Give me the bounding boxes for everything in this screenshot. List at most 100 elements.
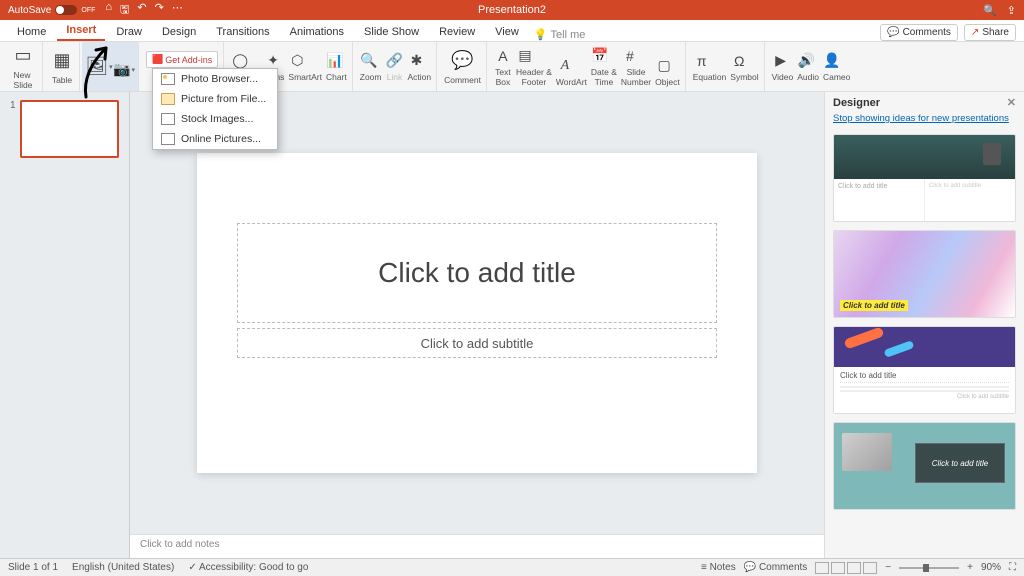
autosave-label: AutoSave bbox=[8, 5, 51, 16]
menu-stock-label: Stock Images... bbox=[181, 113, 253, 125]
comment-group[interactable]: 💬 Comment bbox=[439, 42, 487, 91]
tab-animations[interactable]: Animations bbox=[281, 23, 353, 41]
status-accessibility[interactable]: ✓ Accessibility: Good to go bbox=[188, 562, 308, 573]
home-icon[interactable]: ⌂ bbox=[105, 1, 112, 20]
object-icon[interactable]: ▢ bbox=[655, 57, 673, 75]
save-icon[interactable]: 🖫 bbox=[120, 1, 129, 20]
reading-view-icon[interactable] bbox=[847, 562, 861, 574]
table-group[interactable]: ▦ Table bbox=[45, 42, 80, 91]
menu-online-label: Online Pictures... bbox=[181, 133, 261, 145]
design1-sub: Click to add subtitle bbox=[925, 179, 1015, 222]
menu-photo-browser-label: Photo Browser... bbox=[181, 73, 258, 85]
zoom-out-icon[interactable]: − bbox=[885, 562, 891, 573]
tab-transitions[interactable]: Transitions bbox=[207, 23, 278, 41]
link-label: Link bbox=[385, 72, 403, 82]
textbox-icon[interactable]: A bbox=[494, 47, 512, 65]
datetime-icon[interactable]: 📅 bbox=[591, 47, 609, 65]
share-icon[interactable]: ⇪ bbox=[1007, 4, 1016, 17]
object-label: Object bbox=[655, 77, 680, 87]
designer-title: Designer bbox=[833, 97, 880, 109]
wordart-icon[interactable]: A bbox=[556, 57, 574, 75]
menu-from-file-label: Picture from File... bbox=[181, 93, 266, 105]
fit-icon[interactable]: ⛶ bbox=[1009, 562, 1016, 573]
menu-photo-browser[interactable]: Photo Browser... bbox=[153, 69, 277, 89]
header-label: Header & Footer bbox=[516, 67, 552, 87]
equation-icon[interactable]: π bbox=[693, 52, 711, 70]
action-label: Action bbox=[407, 72, 431, 82]
notes-pane[interactable]: Click to add notes bbox=[130, 534, 824, 558]
slide-canvas[interactable]: Click to add title Click to add subtitle bbox=[197, 153, 757, 473]
chart-icon[interactable]: 📊 bbox=[326, 52, 344, 70]
zoom-label: Zoom bbox=[360, 72, 382, 82]
status-slide[interactable]: Slide 1 of 1 bbox=[8, 562, 58, 573]
tab-review[interactable]: Review bbox=[430, 23, 484, 41]
menu-picture-from-file[interactable]: Picture from File... bbox=[153, 89, 277, 109]
design-idea-2[interactable]: Click to add title bbox=[833, 230, 1016, 318]
designer-stop-link[interactable]: Stop showing ideas for new presentations bbox=[825, 113, 1024, 130]
zoom-icon[interactable]: 🔍 bbox=[360, 52, 378, 70]
zoom-in-icon[interactable]: + bbox=[967, 562, 973, 573]
shapes-icon[interactable]: ◯ bbox=[231, 52, 249, 70]
wordart-label: WordArt bbox=[556, 77, 587, 87]
action-icon[interactable]: ✱ bbox=[407, 52, 425, 70]
pictures-group[interactable]: 🖼▾ 📷▾ bbox=[82, 42, 139, 91]
zoom-slider[interactable] bbox=[899, 567, 959, 569]
smartart-icon[interactable]: ⬡ bbox=[288, 52, 306, 70]
share-button[interactable]: ↗Share bbox=[964, 24, 1016, 41]
tab-design[interactable]: Design bbox=[153, 23, 205, 41]
autosave-toggle[interactable]: AutoSave OFF bbox=[8, 5, 95, 16]
zoom-level[interactable]: 90% bbox=[981, 562, 1001, 573]
datetime-label: Date & Time bbox=[591, 67, 617, 87]
design-idea-1[interactable]: Click to add titleClick to add subtitle bbox=[833, 134, 1016, 222]
tell-me-label: Tell me bbox=[551, 29, 586, 41]
status-bar: Slide 1 of 1 English (United States) ✓ A… bbox=[0, 558, 1024, 576]
tell-me[interactable]: 💡 Tell me bbox=[534, 28, 586, 41]
tab-view[interactable]: View bbox=[486, 23, 528, 41]
equation-label: Equation bbox=[693, 72, 727, 82]
slideshow-view-icon[interactable] bbox=[863, 562, 877, 574]
get-addins-button[interactable]: 🟥 Get Add-ins bbox=[146, 51, 218, 68]
status-comments[interactable]: 💬 Comments bbox=[744, 562, 808, 573]
subtitle-placeholder[interactable]: Click to add subtitle bbox=[237, 328, 717, 358]
redo-icon[interactable]: ↷ bbox=[155, 1, 164, 20]
search-icon[interactable]: 🔍 bbox=[983, 4, 997, 17]
ribbon-tabs: Home Insert Draw Design Transitions Anim… bbox=[0, 20, 1024, 42]
symbol-icon[interactable]: Ω bbox=[730, 52, 748, 70]
audio-icon[interactable]: 🔊 bbox=[797, 52, 815, 70]
comments-label: Comments bbox=[903, 27, 951, 38]
video-icon[interactable]: ▶ bbox=[772, 52, 790, 70]
slide-thumbnails-panel: 1 bbox=[0, 92, 130, 558]
new-slide-group[interactable]: ▭ New Slide bbox=[4, 42, 43, 91]
tab-draw[interactable]: Draw bbox=[107, 23, 151, 41]
table-icon: ▦ bbox=[50, 49, 74, 73]
slide-thumbnail-1[interactable] bbox=[20, 100, 119, 158]
slidenum-icon[interactable]: # bbox=[621, 47, 639, 65]
sorter-view-icon[interactable] bbox=[831, 562, 845, 574]
work-area: 1 Click to add title Click to add subtit… bbox=[0, 92, 1024, 558]
more-icon[interactable]: ⋯ bbox=[172, 1, 183, 20]
tab-insert[interactable]: Insert bbox=[57, 21, 105, 41]
audio-label: Audio bbox=[797, 72, 819, 82]
menu-online-pictures[interactable]: Online Pictures... bbox=[153, 129, 277, 149]
folder-icon bbox=[161, 93, 175, 105]
symbols-group: πEquation ΩSymbol bbox=[688, 42, 765, 91]
menu-stock-images[interactable]: Stock Images... bbox=[153, 109, 277, 129]
cameo-label: Cameo bbox=[823, 72, 850, 82]
cameo-icon[interactable]: 👤 bbox=[823, 52, 841, 70]
online-pictures-icon bbox=[161, 133, 175, 145]
title-placeholder[interactable]: Click to add title bbox=[237, 223, 717, 323]
header-icon[interactable]: ▤ bbox=[516, 47, 534, 65]
undo-icon[interactable]: ↶ bbox=[137, 1, 146, 20]
icons-icon[interactable]: ✦ bbox=[264, 52, 282, 70]
link-icon[interactable]: 🔗 bbox=[385, 52, 403, 70]
tab-slideshow[interactable]: Slide Show bbox=[355, 23, 428, 41]
tab-home[interactable]: Home bbox=[8, 23, 55, 41]
status-notes[interactable]: ≡ Notes bbox=[701, 562, 736, 573]
status-language[interactable]: English (United States) bbox=[72, 562, 174, 573]
design-idea-3[interactable]: Click to add titleClick to add subtitle bbox=[833, 326, 1016, 414]
get-addins-label: Get Add-ins bbox=[165, 55, 212, 65]
close-designer-icon[interactable]: ✕ bbox=[1007, 96, 1016, 109]
design-idea-4[interactable]: Click to add title bbox=[833, 422, 1016, 510]
normal-view-icon[interactable] bbox=[815, 562, 829, 574]
comments-button[interactable]: 💬Comments bbox=[880, 24, 958, 41]
